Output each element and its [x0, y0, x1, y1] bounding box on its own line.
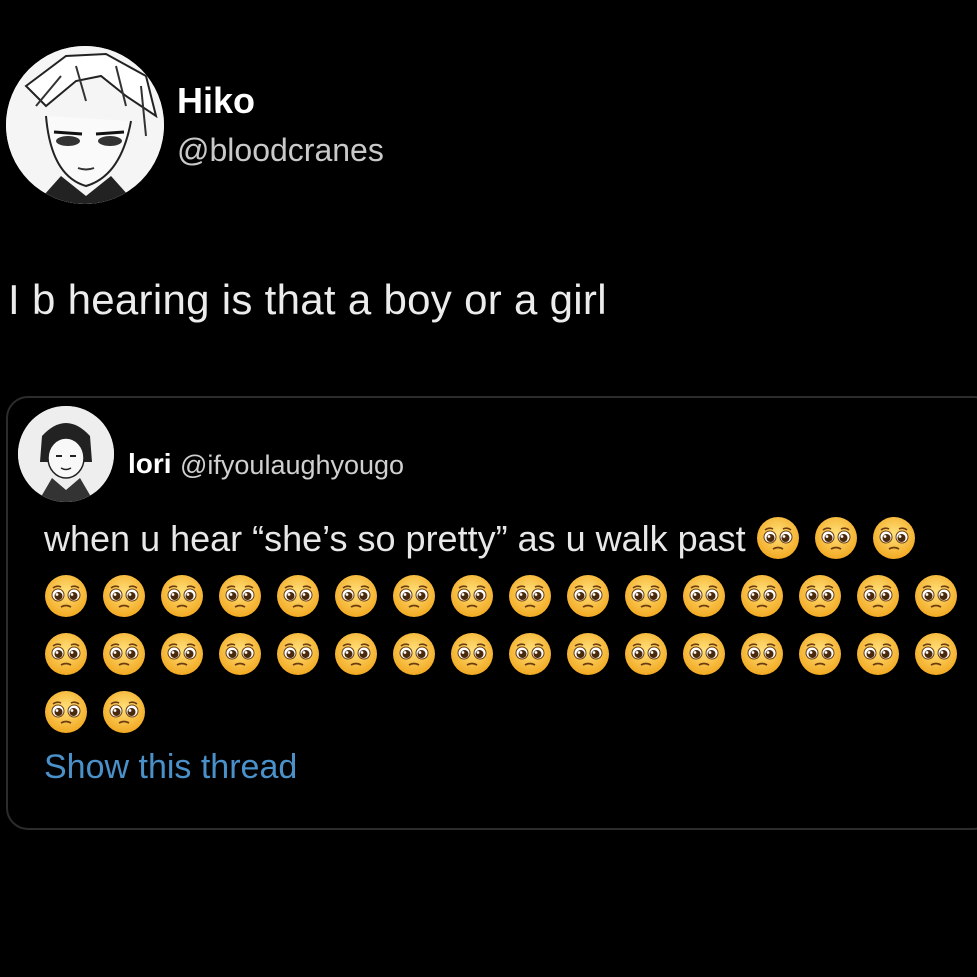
pleading-face-icon [872, 516, 916, 560]
pleading-face-icon [160, 632, 204, 676]
pleading-face-icon [740, 632, 784, 676]
pleading-face-icon [814, 516, 858, 560]
pleading-face-icon [914, 574, 958, 618]
pleading-face-icon [856, 632, 900, 676]
quoted-text: when u hear “she’s so pretty” as u walk … [44, 510, 977, 742]
author-name[interactable]: Hiko [177, 80, 255, 122]
pleading-face-icon [102, 690, 146, 734]
tweet-text: I b hearing is that a boy or a girl [8, 276, 607, 323]
quoted-handle[interactable]: @ifyoulaughyougo [180, 450, 404, 481]
pleading-face-icon [44, 574, 88, 618]
pleading-face-icon [566, 574, 610, 618]
pleading-face-icon [218, 574, 262, 618]
tweet: Hiko @bloodcranes I b hearing is that a … [0, 0, 977, 977]
author-avatar[interactable] [6, 46, 164, 204]
pleading-face-icon [450, 574, 494, 618]
pleading-face-icon [856, 574, 900, 618]
pleading-face-icon [566, 632, 610, 676]
author-handle[interactable]: @bloodcranes [177, 130, 384, 170]
pleading-face-icon [682, 632, 726, 676]
pleading-face-icon [450, 632, 494, 676]
pleading-face-icon [392, 632, 436, 676]
quoted-text-content: when u hear “she’s so pretty” as u walk … [44, 518, 746, 559]
pleading-face-icon [218, 632, 262, 676]
pleading-face-icon [44, 632, 88, 676]
quoted-name[interactable]: lori [128, 448, 172, 480]
pleading-face-icon [334, 574, 378, 618]
pleading-face-icon [508, 632, 552, 676]
pleading-face-icon [914, 632, 958, 676]
show-thread-link[interactable]: Show this thread [44, 748, 297, 787]
pleading-face-icon [392, 574, 436, 618]
pleading-face-icon [624, 632, 668, 676]
pleading-face-icon [334, 632, 378, 676]
pleading-face-icon [740, 574, 784, 618]
pleading-face-icon [160, 574, 204, 618]
pleading-face-icon [624, 574, 668, 618]
pleading-face-icon [44, 690, 88, 734]
pleading-face-icon [508, 574, 552, 618]
pleading-face-icon [798, 632, 842, 676]
pleading-face-icon [276, 574, 320, 618]
pleading-face-icon [756, 516, 800, 560]
quoted-avatar[interactable] [18, 406, 114, 502]
pleading-face-icon [102, 632, 146, 676]
pleading-face-icon [102, 574, 146, 618]
pleading-face-icon [276, 632, 320, 676]
pleading-face-icon [682, 574, 726, 618]
pleading-face-icon [798, 574, 842, 618]
quoted-tweet[interactable]: lori @ifyoulaughyougo when u hear “she’s… [6, 396, 977, 830]
